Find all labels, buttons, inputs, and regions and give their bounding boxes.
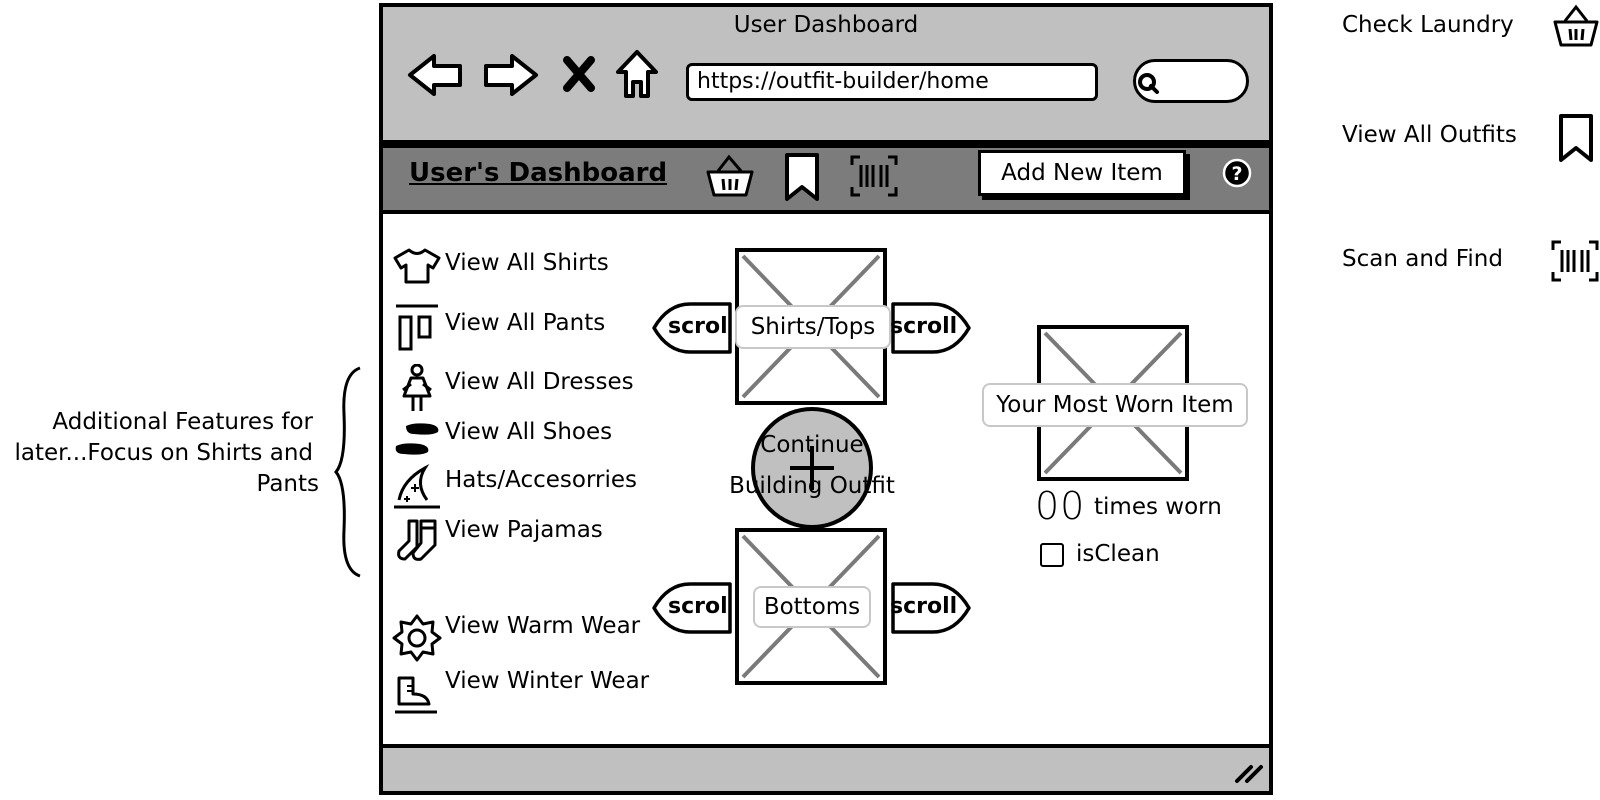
help-icon[interactable]: ? (1221, 157, 1253, 189)
search-icon (1138, 73, 1159, 94)
dress-icon (402, 364, 432, 411)
stop-icon[interactable] (563, 56, 595, 92)
pants-icon (396, 304, 438, 351)
shirt-icon (393, 248, 441, 284)
times-worn-count: 00 (1035, 484, 1086, 528)
status-bar (379, 744, 1273, 795)
continue-label-line1: Continue (760, 432, 864, 458)
sidebar-item-winter-wear[interactable]: View Winter Wear (445, 668, 649, 694)
tops-label: Shirts/Tops (735, 305, 891, 349)
times-worn-label: times worn (1094, 494, 1222, 520)
annotation-line-1: Additional Features for (52, 409, 313, 435)
sidebar-item-hats[interactable]: Hats/Accesorries (445, 467, 637, 493)
basket-icon (1553, 4, 1599, 47)
bottoms-scroll-right-label: scroll (890, 594, 958, 619)
resize-handle-icon[interactable] (1233, 761, 1267, 785)
sidebar-item-shoes[interactable]: View All Shoes (445, 419, 612, 445)
sidebar-item-shirts[interactable]: View All Shirts (445, 250, 609, 276)
ice-skate-icon (395, 676, 437, 714)
most-worn-label: Your Most Worn Item (982, 383, 1248, 427)
annotation-line-3: Pants (256, 471, 319, 497)
hat-icon (394, 463, 440, 509)
barcode-icon (1551, 240, 1599, 282)
bookmark-icon[interactable] (783, 151, 821, 203)
home-icon[interactable] (614, 48, 660, 100)
tops-scroll-right-label: scroll (890, 314, 958, 339)
dashboard-link[interactable]: User's Dashboard (409, 158, 667, 188)
continue-label-line2: Building Outfit (729, 473, 895, 499)
add-new-item-button[interactable]: Add New Item (978, 150, 1186, 196)
bottoms-scroll-left-label: scrol (668, 594, 728, 619)
shoes-icon (395, 423, 439, 455)
sidebar-item-pajamas[interactable]: View Pajamas (445, 517, 603, 543)
bottoms-label: Bottoms (753, 586, 871, 628)
svg-text:?: ? (1231, 163, 1242, 185)
annotation-brace (334, 366, 361, 578)
back-arrow-icon[interactable] (406, 52, 464, 98)
laundry-basket-icon[interactable] (705, 153, 755, 199)
sun-icon (392, 614, 442, 662)
legend-scan-and-find: Scan and Find (1342, 246, 1503, 272)
sidebar-item-pants[interactable]: View All Pants (445, 310, 605, 336)
is-clean-label: isClean (1076, 541, 1160, 567)
tops-scroll-left-label: scrol (668, 314, 728, 339)
socks-icon (397, 519, 437, 561)
sidebar-item-warm-wear[interactable]: View Warm Wear (445, 613, 640, 639)
window-title: User Dashboard (733, 12, 919, 38)
barcode-icon[interactable] (848, 153, 900, 199)
legend-check-laundry: Check Laundry (1342, 12, 1514, 38)
annotation-line-2: later...Focus on Shirts and (14, 440, 314, 466)
is-clean-checkbox[interactable] (1040, 543, 1064, 567)
sidebar-item-dresses[interactable]: View All Dresses (445, 369, 634, 395)
forward-arrow-icon[interactable] (482, 52, 540, 98)
url-input[interactable]: https://outfit-builder/home (686, 63, 1098, 101)
legend-view-all-outfits: View All Outfits (1342, 122, 1517, 148)
bookmark-icon (1559, 114, 1593, 162)
